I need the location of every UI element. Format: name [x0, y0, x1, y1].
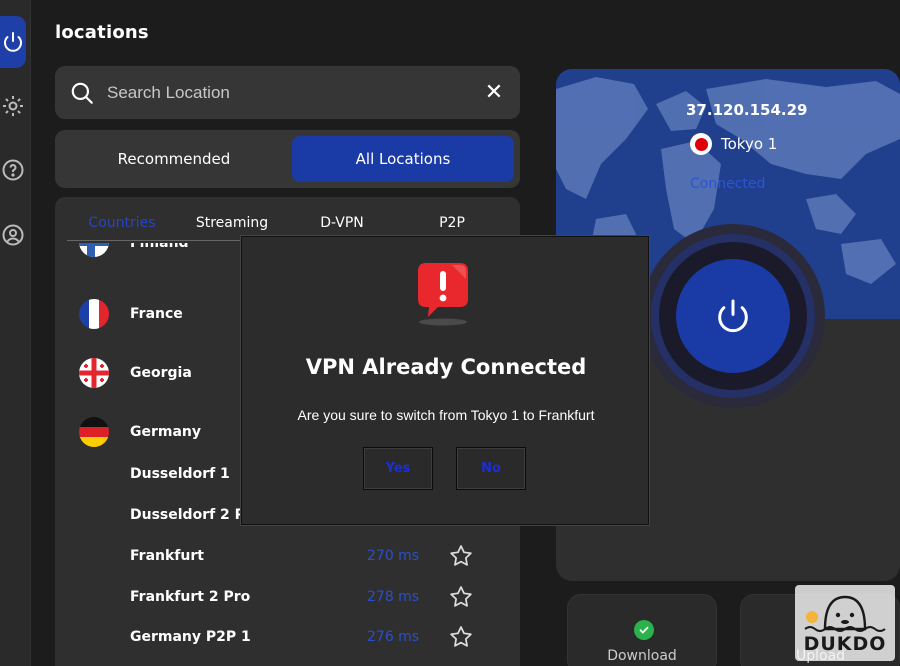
gear-icon: [3, 96, 23, 116]
sidebar-item-help[interactable]: [0, 150, 26, 190]
ping-value: 270 ms: [367, 548, 420, 564]
city-name: Frankfurt: [130, 548, 204, 564]
help-icon: [2, 159, 24, 181]
city-name: Frankfurt 2 Pro: [130, 589, 251, 605]
dialog-message: Are you sure to switch from Tokyo 1 to F…: [297, 407, 595, 423]
city-row-germany-p2p-1[interactable]: Germany P2P 1 276 ms: [55, 617, 520, 657]
germany-flag-icon: [79, 417, 109, 447]
sidebar-item-connect[interactable]: [0, 16, 26, 68]
city-name: Dusseldorf 1: [130, 466, 230, 482]
city-row-frankfurt-2-pro[interactable]: Frankfurt 2 Pro 278 ms: [55, 577, 520, 617]
ip-address: 37.120.154.29: [686, 101, 808, 119]
download-stat-card: Download: [567, 594, 717, 666]
alert-icon: [418, 263, 468, 326]
sidebar: [0, 0, 31, 666]
ping-value: 276 ms: [367, 629, 420, 645]
georgia-flag-icon: [79, 358, 109, 388]
power-icon: [718, 299, 748, 333]
power-icon: [4, 32, 22, 52]
connected-city: Tokyo 1: [721, 135, 778, 153]
star-icon[interactable]: [448, 584, 474, 610]
yes-button[interactable]: Yes: [363, 447, 433, 490]
country-name: Georgia: [130, 365, 192, 381]
france-flag-icon: [79, 299, 109, 329]
ping-value: 278 ms: [367, 589, 420, 605]
country-name: France: [130, 306, 183, 322]
location-pin-icon: [690, 133, 712, 155]
search-icon: [71, 82, 93, 104]
sidebar-item-settings[interactable]: [0, 86, 26, 126]
city-name: Germany P2P 1: [130, 629, 251, 645]
download-label: Download: [607, 648, 677, 664]
city-row-frankfurt[interactable]: Frankfurt 270 ms: [55, 536, 520, 576]
dialog-title: VPN Already Connected: [305, 355, 587, 379]
all-locations-button[interactable]: All Locations: [291, 136, 514, 182]
watermark-logo: DUKDO: [795, 585, 895, 661]
power-button[interactable]: [676, 259, 790, 373]
no-button[interactable]: No: [456, 447, 526, 490]
confirm-dialog: VPN Already Connected Are you sure to sw…: [241, 236, 649, 525]
search-input[interactable]: [107, 82, 482, 103]
star-icon[interactable]: [448, 624, 474, 650]
page-title: locations: [55, 22, 149, 43]
country-name: Finland: [130, 243, 189, 251]
tab-countries[interactable]: Countries: [67, 211, 177, 240]
watermark-text: DUKDO: [803, 633, 887, 655]
connection-status: Connected: [690, 176, 766, 192]
close-icon[interactable]: ✕: [482, 80, 506, 105]
sidebar-item-account[interactable]: [0, 215, 26, 255]
finland-flag-icon: [79, 243, 109, 257]
mascot-icon: [804, 595, 886, 632]
recommended-button[interactable]: Recommended: [61, 136, 287, 182]
star-icon[interactable]: [448, 543, 474, 569]
search-bar: ✕: [55, 66, 520, 119]
country-name: Germany: [130, 424, 202, 440]
user-icon: [2, 224, 24, 246]
check-icon: [634, 620, 654, 640]
location-filter-segment: Recommended All Locations: [55, 130, 520, 188]
